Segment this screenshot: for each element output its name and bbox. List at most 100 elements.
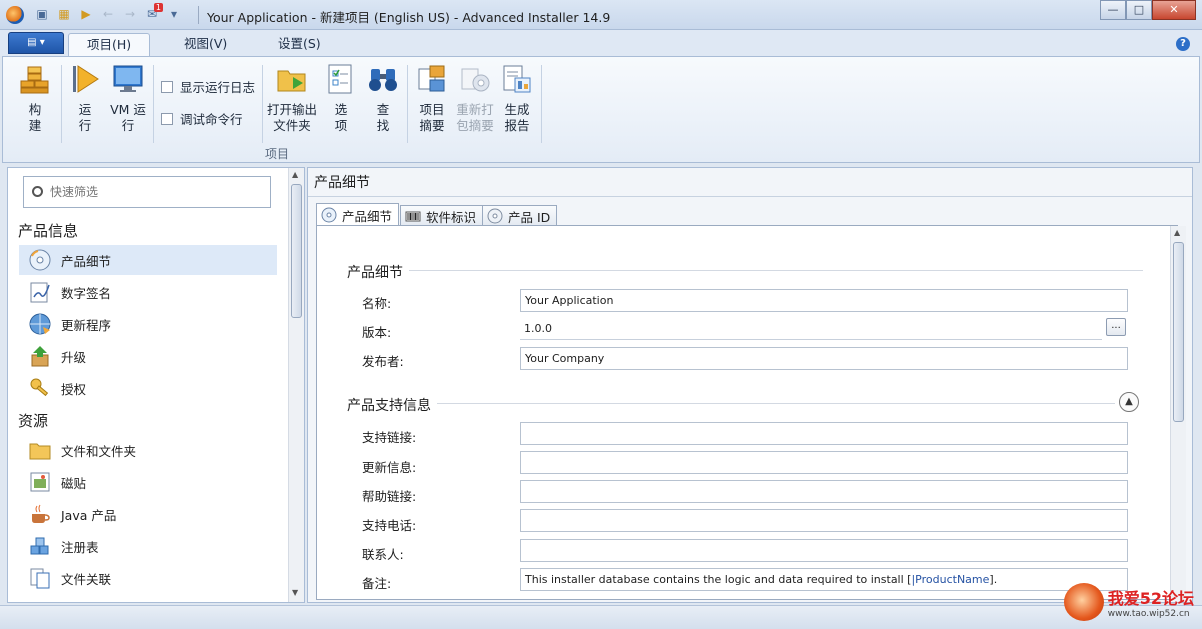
title-divider bbox=[308, 196, 1192, 197]
quick-filter[interactable] bbox=[23, 176, 271, 208]
nav-item-file-associations[interactable]: 文件关联 bbox=[19, 563, 277, 593]
tab-project[interactable]: 项目(H) bbox=[68, 33, 151, 57]
project-summary-button[interactable]: 项目 摘要 bbox=[413, 63, 451, 134]
tab-view[interactable]: 视图(V) bbox=[166, 33, 245, 57]
nav-item-licensing[interactable]: 授权 bbox=[19, 373, 277, 403]
nav-item-label: 注册表 bbox=[61, 539, 99, 555]
tab-product-details[interactable]: 产品细节 bbox=[316, 203, 400, 226]
run-button[interactable]: 运 行 bbox=[67, 63, 103, 134]
nav-item-upgrades[interactable]: 升级 bbox=[19, 341, 277, 371]
debug-commandline-checkbox[interactable]: 调试命令行 bbox=[161, 109, 243, 128]
nav-item-java-products[interactable]: Java 产品 bbox=[19, 499, 277, 529]
redo-icon[interactable]: → bbox=[122, 6, 138, 22]
build-qat-icon[interactable]: ▦ bbox=[56, 6, 72, 22]
quick-filter-input[interactable] bbox=[50, 183, 260, 201]
cd-icon bbox=[29, 249, 51, 271]
nav-item-digital-signature[interactable]: 数字签名 bbox=[19, 277, 277, 307]
run-qat-icon[interactable]: ▶ bbox=[78, 6, 94, 22]
scroll-down-icon[interactable]: ▼ bbox=[292, 588, 298, 597]
content-scroll-thumb[interactable] bbox=[1173, 242, 1184, 422]
content-scrollbar[interactable]: ▲ bbox=[1170, 226, 1186, 600]
build-button[interactable]: 构 建 bbox=[15, 63, 55, 134]
watermark-url: www.tao.wip52.cn bbox=[1107, 609, 1190, 619]
tab-product-id[interactable]: 产品 ID bbox=[482, 205, 558, 226]
open-output-folder-button[interactable]: 打开输出 文件夹 bbox=[265, 63, 319, 134]
upgrade-box-icon bbox=[31, 346, 49, 367]
status-bar bbox=[0, 605, 1202, 629]
comments-text: This installer database contains the log… bbox=[525, 573, 912, 586]
support-link-field[interactable] bbox=[520, 422, 1128, 445]
nav-item-tiles[interactable]: 磁贴 bbox=[19, 467, 277, 497]
messages-icon[interactable]: ✉ 1 bbox=[144, 3, 163, 22]
left-scrollbar[interactable]: ▲ ▼ bbox=[288, 168, 304, 602]
scroll-up-icon[interactable]: ▲ bbox=[1174, 228, 1180, 237]
version-label: 版本: bbox=[362, 325, 392, 340]
window-controls: — □ ✕ bbox=[1100, 0, 1196, 20]
undo-icon[interactable]: ← bbox=[100, 6, 116, 22]
comments-text-end: ]. bbox=[989, 573, 998, 586]
comments-field[interactable]: This installer database contains the log… bbox=[520, 568, 1128, 591]
left-scroll-thumb[interactable] bbox=[291, 184, 302, 318]
key-icon bbox=[30, 378, 49, 397]
nav-item-label: Java 产品 bbox=[61, 507, 117, 523]
project-summary-label: 项目 摘要 bbox=[419, 102, 445, 133]
publisher-label: 发布者: bbox=[362, 354, 404, 369]
main-content-panel: 产品细节 产品细节 软件标识 产品 ID 产品细节 名称: 版本: ... 发布… bbox=[307, 167, 1193, 603]
close-button[interactable]: ✕ bbox=[1152, 0, 1196, 20]
bricks-icon bbox=[20, 66, 49, 94]
java-cup-icon bbox=[32, 504, 50, 523]
nav-item-product-details[interactable]: 产品细节 bbox=[19, 245, 277, 275]
folder-open-icon bbox=[277, 70, 306, 92]
find-button[interactable]: 查 找 bbox=[365, 63, 401, 134]
customize-qat-icon[interactable]: ▾ bbox=[166, 6, 182, 22]
app-icon[interactable] bbox=[6, 6, 24, 24]
ribbon-body: 构 建 运 行 VM 运 行 显示运行日志 调试命令行 打开输出 文件夹 选 项 bbox=[2, 56, 1200, 163]
window-title: Your Application - 新建项目 (English US) - A… bbox=[207, 10, 611, 25]
nav-item-updater[interactable]: 更新程序 bbox=[19, 309, 277, 339]
title-separator bbox=[198, 6, 199, 24]
maximize-button[interactable]: □ bbox=[1126, 0, 1152, 20]
tab-software-identification[interactable]: 软件标识 bbox=[400, 205, 484, 226]
generate-report-button[interactable]: 生成 报告 bbox=[499, 63, 535, 134]
tab-label: 产品 ID bbox=[508, 209, 551, 225]
nav-item-files-and-folders[interactable]: 文件和文件夹 bbox=[19, 435, 277, 465]
ribbon-separator bbox=[407, 65, 408, 143]
name-field[interactable] bbox=[520, 289, 1128, 312]
version-browse-button[interactable]: ... bbox=[1106, 318, 1126, 336]
options-label: 选 项 bbox=[334, 102, 348, 133]
collapse-section-icon[interactable]: ▲ bbox=[1119, 392, 1139, 412]
save-icon[interactable]: ▣ bbox=[34, 6, 50, 22]
repackage-summary-button[interactable]: 重新打 包摘要 bbox=[453, 63, 497, 134]
debug-commandline-label: 调试命令行 bbox=[180, 112, 243, 127]
checkbox-box[interactable] bbox=[161, 112, 173, 125]
product-details-form: 产品细节 名称: 版本: ... 发布者: 产品支持信息 ▲ 支持链接: 更新信… bbox=[316, 225, 1178, 600]
show-run-log-checkbox[interactable]: 显示运行日志 bbox=[161, 77, 255, 96]
update-info-field[interactable] bbox=[520, 451, 1128, 474]
ribbon-separator bbox=[262, 65, 263, 143]
tab-settings[interactable]: 设置(S) bbox=[260, 33, 339, 57]
help-icon[interactable]: ? bbox=[1176, 37, 1190, 51]
comments-placeholder-token: |ProductName bbox=[911, 573, 990, 586]
file-menu-button[interactable]: ▤ ▾ bbox=[8, 32, 64, 54]
publisher-field[interactable] bbox=[520, 347, 1128, 370]
search-icon bbox=[32, 186, 43, 197]
help-link-field[interactable] bbox=[520, 480, 1128, 503]
title-bar: ▣ ▦ ▶ ← → ✉ 1 ▾ Your Application - 新建项目 (… bbox=[0, 0, 1202, 30]
repackage-summary-label: 重新打 包摘要 bbox=[456, 102, 494, 133]
support-phone-field[interactable] bbox=[520, 509, 1128, 532]
generate-report-label: 生成 报告 bbox=[504, 102, 530, 133]
watermark-logo-icon bbox=[1063, 583, 1104, 621]
help-link-label: 帮助链接: bbox=[362, 489, 417, 504]
contact-field[interactable] bbox=[520, 539, 1128, 562]
folder-icon bbox=[29, 443, 51, 460]
scroll-up-icon[interactable]: ▲ bbox=[292, 170, 298, 179]
run-icon bbox=[73, 65, 99, 93]
checkbox-box[interactable] bbox=[161, 80, 173, 93]
options-button[interactable]: 选 项 bbox=[323, 63, 359, 134]
vm-run-button[interactable]: VM 运 行 bbox=[107, 63, 149, 134]
minimize-button[interactable]: — bbox=[1100, 0, 1126, 20]
version-field[interactable] bbox=[520, 317, 1102, 340]
nav-item-label: 磁贴 bbox=[61, 475, 87, 491]
nav-item-registry[interactable]: 注册表 bbox=[19, 531, 277, 561]
name-label: 名称: bbox=[362, 296, 392, 311]
